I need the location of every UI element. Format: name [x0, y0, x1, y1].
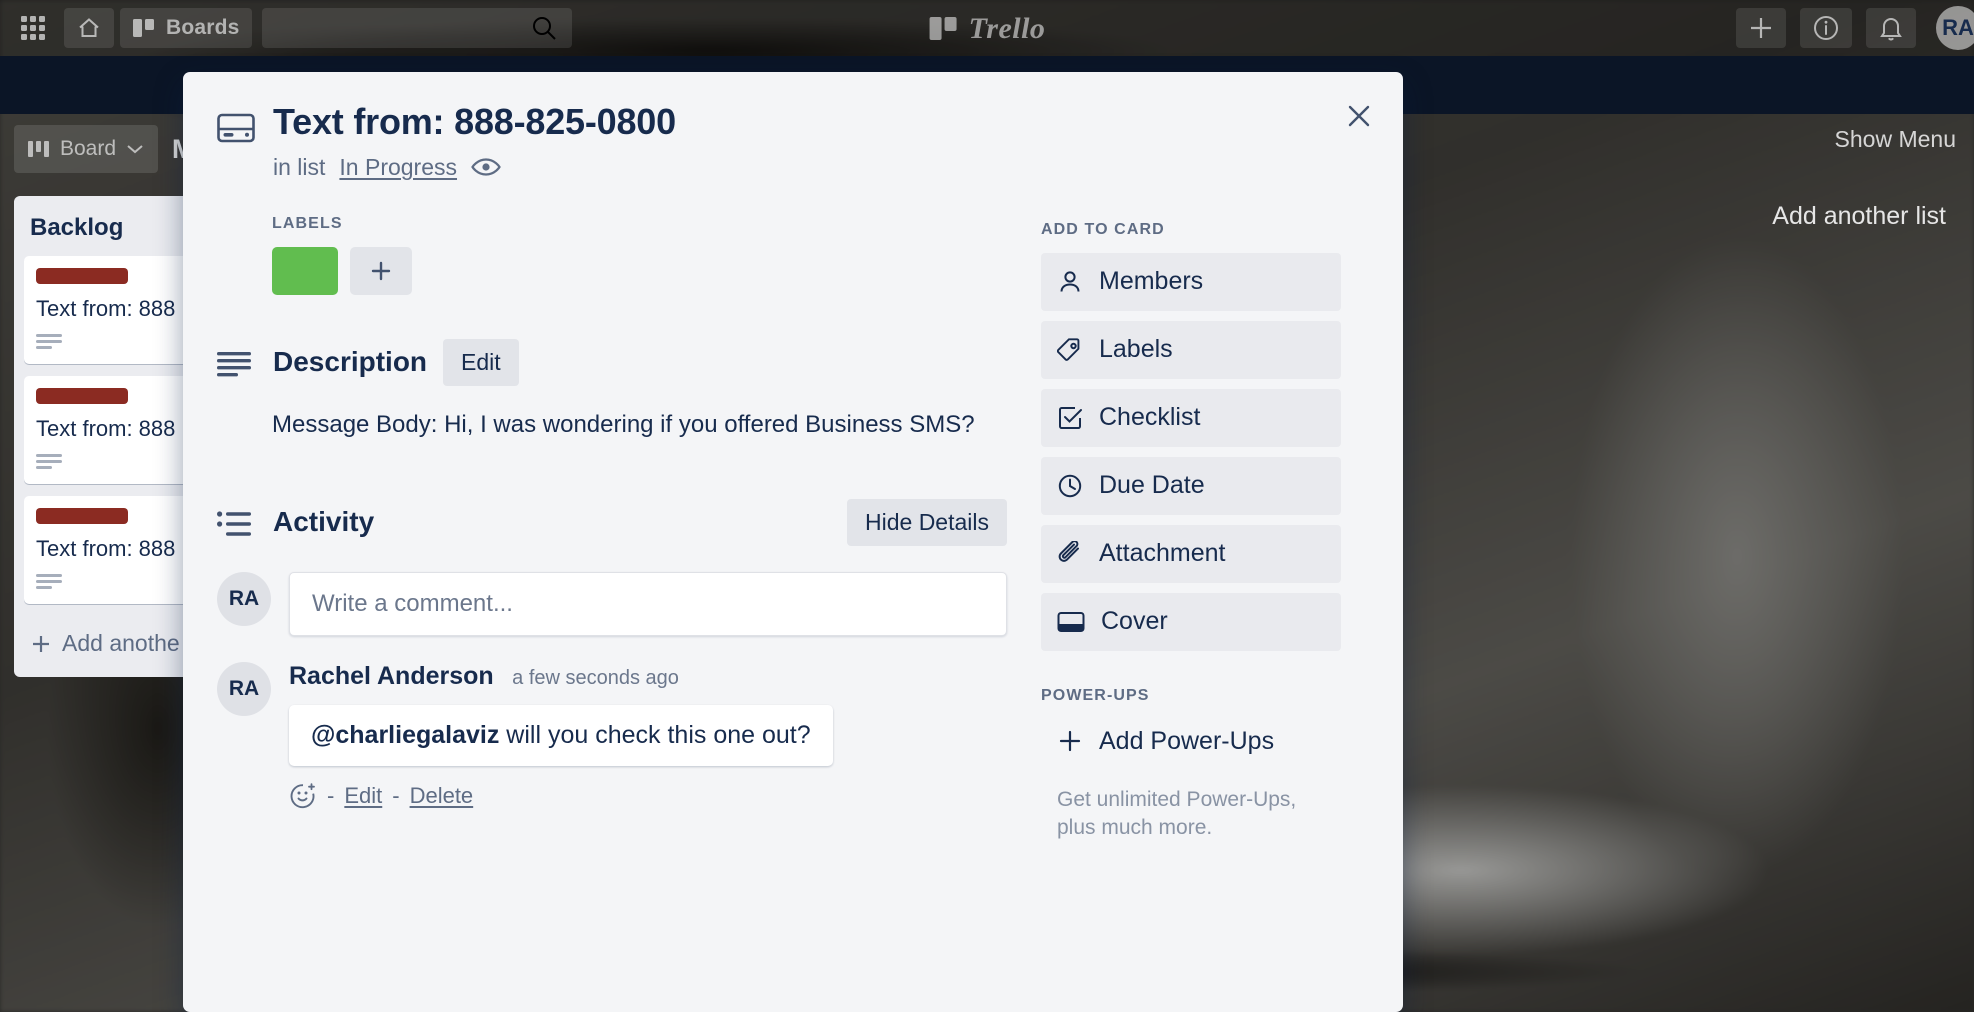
- card-label-chip: [36, 388, 128, 404]
- grid-apps-icon: [20, 15, 46, 41]
- close-button[interactable]: [1337, 94, 1381, 138]
- in-list-prefix: in list: [273, 154, 325, 181]
- description-heading: Description: [273, 346, 427, 378]
- comment-item: RA Rachel Anderson a few seconds ago @ch…: [217, 662, 1007, 810]
- eye-watch-icon[interactable]: [471, 156, 501, 178]
- plus-icon: [1057, 728, 1083, 754]
- sidebar-item-checklist[interactable]: Checklist: [1041, 389, 1341, 447]
- card-detail-modal: Text from: 888-825-0800 in list In Progr…: [183, 72, 1403, 1012]
- show-menu-button[interactable]: Show Menu: [1835, 126, 1956, 153]
- label-chip-green[interactable]: [272, 247, 338, 295]
- card-title[interactable]: Text from: 888-825-0800: [273, 100, 676, 144]
- info-button[interactable]: [1800, 8, 1852, 48]
- member-person-icon: [1057, 269, 1083, 295]
- cover-icon: [1057, 610, 1085, 634]
- card-window-icon: [217, 112, 255, 144]
- trello-logo-text: Trello: [969, 12, 1046, 46]
- add-label-button[interactable]: [350, 247, 412, 295]
- user-avatar[interactable]: RA: [1936, 6, 1974, 50]
- comment-author[interactable]: Rachel Anderson: [289, 662, 494, 690]
- hide-details-button[interactable]: Hide Details: [847, 499, 1007, 546]
- search-input[interactable]: [262, 8, 572, 48]
- top-navigation-bar: Boards Trello: [0, 0, 1974, 56]
- trello-board-icon: [929, 15, 959, 43]
- card-label-chip: [36, 268, 128, 284]
- list-name-link[interactable]: In Progress: [339, 154, 457, 181]
- add-reaction-icon[interactable]: [289, 782, 317, 810]
- boards-button[interactable]: Boards: [120, 8, 252, 48]
- info-circle-icon: [1812, 14, 1840, 42]
- add-powerups-label: Add Power-Ups: [1099, 727, 1274, 756]
- add-to-card-heading: ADD TO CARD: [1041, 221, 1341, 239]
- trello-logo[interactable]: Trello: [929, 12, 1046, 46]
- avatar: RA: [217, 662, 271, 716]
- add-powerups-button[interactable]: Add Power-Ups: [1041, 719, 1341, 764]
- boards-label: Boards: [166, 16, 240, 40]
- sidebar-item-attachment[interactable]: Attachment: [1041, 525, 1341, 583]
- action-separator: -: [327, 783, 334, 809]
- add-list-button[interactable]: Add another list: [1772, 202, 1946, 231]
- chevron-down-icon: [126, 143, 144, 155]
- activity-heading: Activity: [273, 506, 374, 538]
- board-toolbar-right: ellipsis-icon Show Menu: [1817, 126, 1956, 153]
- sidebar-item-label: Cover: [1101, 607, 1168, 636]
- sidebar-item-label: Due Date: [1099, 471, 1205, 500]
- comment-composer: RA: [217, 572, 1007, 636]
- sidebar-item-label: Labels: [1099, 335, 1173, 364]
- comment-mention[interactable]: @charliegalaviz: [311, 721, 499, 749]
- action-separator: -: [392, 783, 399, 809]
- activity-list-icon: [217, 511, 257, 537]
- sidebar-item-due-date[interactable]: Due Date: [1041, 457, 1341, 515]
- comment-edit-link[interactable]: Edit: [344, 783, 382, 809]
- labels-section: LABELS: [217, 215, 1007, 295]
- label-tag-icon: [1057, 337, 1083, 363]
- plus-icon: [30, 633, 52, 655]
- close-icon: [1345, 102, 1373, 130]
- apps-grid-button[interactable]: [8, 8, 58, 48]
- checklist-check-icon: [1057, 405, 1083, 431]
- home-button[interactable]: [64, 8, 114, 48]
- powerups-note: Get unlimited Power-Ups, plus much more.: [1041, 786, 1341, 843]
- paperclip-icon: [1057, 541, 1083, 567]
- clock-icon: [1057, 473, 1083, 499]
- description-section: Description Edit Message Body: Hi, I was…: [217, 339, 1007, 443]
- sidebar-item-members[interactable]: Members: [1041, 253, 1341, 311]
- comment-timestamp: a few seconds ago: [512, 667, 679, 689]
- add-button[interactable]: [1736, 8, 1786, 48]
- card-subtitle: in list In Progress: [273, 154, 676, 181]
- description-body[interactable]: Message Body: Hi, I was wondering if you…: [272, 408, 1007, 443]
- card-header: Text from: 888-825-0800 in list In Progr…: [217, 100, 1367, 181]
- board-view-label: Board: [60, 137, 116, 161]
- sidebar-item-labels[interactable]: Labels: [1041, 321, 1341, 379]
- search-icon: [530, 14, 558, 42]
- activity-section-header: Activity Hide Details: [217, 499, 1007, 546]
- comment-body[interactable]: @charliegalaviz will you check this one …: [289, 705, 833, 766]
- notifications-button[interactable]: [1866, 8, 1916, 48]
- board-view-switcher[interactable]: Board: [14, 125, 158, 173]
- card-sidebar: ADD TO CARD Members: [1041, 215, 1341, 843]
- sidebar-item-label: Checklist: [1099, 403, 1200, 432]
- avatar: RA: [217, 572, 271, 626]
- top-bar-actions: RA: [1736, 6, 1966, 50]
- comment-delete-link[interactable]: Delete: [410, 783, 474, 809]
- sidebar-item-label: Attachment: [1099, 539, 1225, 568]
- sidebar-item-cover[interactable]: Cover: [1041, 593, 1341, 651]
- plus-icon: [1748, 15, 1774, 41]
- plus-icon: [369, 259, 393, 283]
- home-icon: [76, 15, 102, 41]
- board-view-icon: [28, 139, 50, 159]
- comment-text: will you check this one out?: [499, 721, 810, 749]
- card-main-column: LABELS: [217, 215, 1007, 843]
- card-label-chip: [36, 508, 128, 524]
- description-edit-button[interactable]: Edit: [443, 339, 519, 386]
- labels-heading: LABELS: [272, 215, 1007, 233]
- sidebar-item-label: Members: [1099, 267, 1203, 296]
- comment-actions: - Edit - Delete: [289, 782, 833, 810]
- powerups-heading: POWER-UPS: [1041, 687, 1341, 705]
- board-icon: [132, 17, 156, 39]
- description-lines-icon: [217, 351, 257, 377]
- bell-icon: [1878, 14, 1904, 42]
- add-card-label: Add anothe: [62, 630, 180, 657]
- comment-input[interactable]: [289, 572, 1007, 636]
